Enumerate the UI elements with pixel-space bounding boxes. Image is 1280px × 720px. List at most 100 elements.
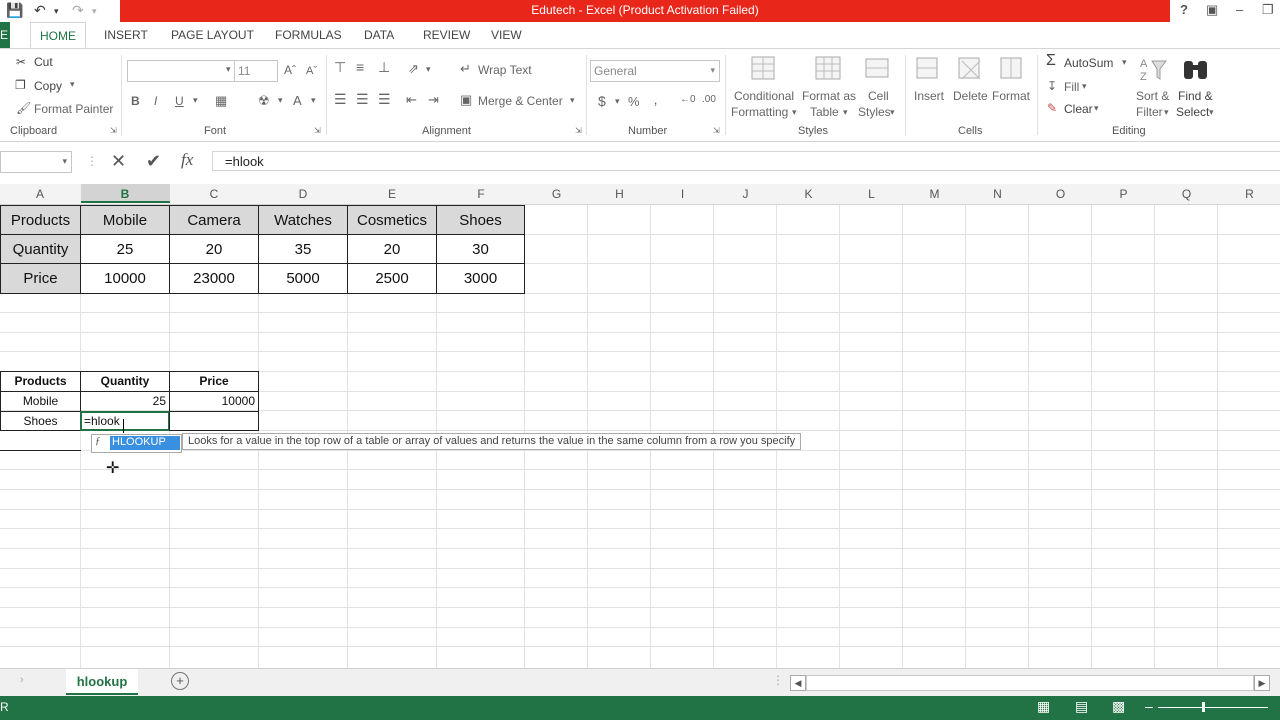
align-middle-icon[interactable]: ≡ xyxy=(356,59,364,75)
copy-button[interactable]: Copy xyxy=(34,79,62,93)
format-as-table-icon[interactable] xyxy=(814,55,844,83)
table1-cell[interactable]: Price xyxy=(0,263,81,294)
col-header-h[interactable]: H xyxy=(588,187,651,201)
fill-button[interactable]: Fill xyxy=(1064,80,1079,94)
cell-styles-icon[interactable] xyxy=(864,55,894,83)
table1-cell[interactable]: Camera xyxy=(169,205,259,235)
tab-home[interactable]: HOME xyxy=(30,22,86,48)
delete-button[interactable]: Delete xyxy=(953,89,988,103)
font-color-icon[interactable]: A xyxy=(293,93,302,108)
bold-button[interactable]: B xyxy=(131,94,140,108)
fill-color-dropdown-icon[interactable]: ▾ xyxy=(278,95,283,106)
table2-cell[interactable]: Mobile xyxy=(0,391,81,412)
col-header-e[interactable]: E xyxy=(348,187,436,201)
autocomplete-item-hlookup[interactable]: HLOOKUP xyxy=(110,436,180,450)
increase-decimal-icon[interactable]: ←0 xyxy=(680,94,696,105)
table1-cell[interactable]: Quantity xyxy=(0,234,81,264)
tab-review[interactable]: REVIEW xyxy=(423,28,470,42)
underline-button[interactable]: U xyxy=(175,94,184,108)
decrease-font-icon[interactable]: Aˇ xyxy=(306,65,317,77)
currency-button[interactable]: $ xyxy=(598,93,606,109)
scroll-left-icon[interactable]: ◀ xyxy=(790,675,806,691)
table1-cell[interactable]: 2500 xyxy=(347,263,437,294)
insert-cells-icon[interactable] xyxy=(914,55,944,83)
col-header-o[interactable]: O xyxy=(1029,187,1092,201)
ribbon-display-icon[interactable]: ▣ xyxy=(1206,2,1218,18)
restore-icon[interactable]: ❐ xyxy=(1262,2,1274,18)
conditional-formatting-icon[interactable] xyxy=(750,55,780,83)
scroll-right-icon[interactable]: ▶ xyxy=(1254,675,1270,691)
autosum-icon[interactable]: Σ xyxy=(1046,52,1056,70)
name-box-dropdown-icon[interactable]: ▾ xyxy=(62,156,67,167)
filter-label[interactable]: Filter xyxy=(1136,105,1163,119)
align-center-icon[interactable]: ☰ xyxy=(356,91,369,108)
italic-button[interactable]: I xyxy=(154,94,157,108)
align-left-icon[interactable]: ☰ xyxy=(334,91,347,108)
scroll-sheets-icon[interactable]: › xyxy=(20,674,24,686)
underline-dropdown-icon[interactable]: ▾ xyxy=(193,95,198,106)
col-header-g[interactable]: G xyxy=(525,187,588,201)
horizontal-scrollbar[interactable] xyxy=(806,675,1254,691)
table1-cell[interactable]: Shoes xyxy=(436,205,525,235)
number-launcher-icon[interactable]: ⇲ xyxy=(713,126,720,135)
format-button[interactable]: Format xyxy=(992,89,1030,103)
cancel-icon[interactable]: ✕ xyxy=(111,151,126,172)
font-name-dropdown-icon[interactable]: ▾ xyxy=(226,64,231,75)
format-painter-icon[interactable]: 🖌 xyxy=(16,101,31,115)
tab-split-grip-icon[interactable]: ⋮ xyxy=(772,673,784,687)
find-select-dropdown-icon[interactable]: ▾ xyxy=(1209,107,1214,118)
table1-cell[interactable]: 25 xyxy=(80,234,170,264)
col-header-j[interactable]: J xyxy=(714,187,777,201)
insert-button[interactable]: Insert xyxy=(914,89,944,103)
zoom-slider[interactable] xyxy=(1158,707,1268,708)
format-as-label[interactable]: Format as xyxy=(802,89,856,103)
font-name-box[interactable] xyxy=(127,60,235,82)
table1-cell[interactable]: Products xyxy=(0,205,81,235)
table1-cell[interactable]: 23000 xyxy=(169,263,259,294)
name-box[interactable]: ▾ xyxy=(0,151,72,173)
table1-cell[interactable]: Mobile xyxy=(80,205,170,235)
col-header-f[interactable]: F xyxy=(437,187,525,201)
normal-view-icon[interactable]: ▦ xyxy=(1037,698,1050,715)
sort-label[interactable]: Sort & xyxy=(1136,89,1169,103)
increase-font-icon[interactable]: Aˆ xyxy=(284,63,296,77)
orientation-icon[interactable]: ⇗ xyxy=(408,61,419,77)
cell-styles-dropdown-icon[interactable]: ▾ xyxy=(890,107,895,118)
table2-cell[interactable]: Shoes xyxy=(0,411,81,431)
conditional-formatting-label[interactable]: Conditional xyxy=(734,89,794,103)
format-as-table-dropdown-icon[interactable]: ▾ xyxy=(843,107,848,118)
redo-dropdown-icon[interactable]: ▾ xyxy=(92,6,97,17)
col-header-m[interactable]: M xyxy=(903,187,966,201)
binoculars-icon[interactable] xyxy=(1181,55,1211,83)
insert-function-icon[interactable]: fx xyxy=(181,150,193,170)
col-header-k[interactable]: K xyxy=(777,187,840,201)
clear-dropdown-icon[interactable]: ▾ xyxy=(1094,103,1099,114)
tab-file[interactable]: E xyxy=(0,22,10,48)
find-label[interactable]: Find & xyxy=(1178,89,1213,103)
align-bottom-icon[interactable]: ⊥ xyxy=(378,59,390,76)
tab-formulas[interactable]: FORMULAS xyxy=(275,28,342,42)
fill-icon[interactable]: ↧ xyxy=(1047,79,1057,93)
wrap-text-button[interactable]: Wrap Text xyxy=(478,63,532,77)
zoom-out-icon[interactable]: – xyxy=(1145,698,1153,714)
formula-input[interactable]: =hlook xyxy=(212,151,1280,171)
enter-icon[interactable]: ✔ xyxy=(146,151,161,172)
decrease-decimal-icon[interactable]: .00 xyxy=(702,94,716,105)
undo-dropdown-icon[interactable]: ▾ xyxy=(54,6,59,17)
comma-button[interactable]: ‚ xyxy=(654,91,657,107)
tab-view[interactable]: VIEW xyxy=(491,28,522,42)
table1-cell[interactable]: 3000 xyxy=(436,263,525,294)
format-cells-icon[interactable] xyxy=(998,55,1028,83)
tab-page-layout[interactable]: PAGE LAYOUT xyxy=(171,28,254,42)
font-launcher-icon[interactable]: ⇲ xyxy=(314,126,321,135)
col-header-b[interactable]: B xyxy=(81,187,169,201)
function-autocomplete[interactable]: ƒ HLOOKUP xyxy=(91,434,182,453)
col-header-d[interactable]: D xyxy=(259,187,347,201)
new-sheet-button[interactable]: + xyxy=(171,672,189,690)
tab-data[interactable]: DATA xyxy=(364,28,394,42)
sheet-tab-hlookup[interactable]: hlookup xyxy=(66,669,138,695)
table1-cell[interactable]: 10000 xyxy=(80,263,170,294)
table1-cell[interactable]: 5000 xyxy=(258,263,348,294)
autosum-button[interactable]: AutoSum xyxy=(1064,56,1113,70)
table1-cell[interactable]: 20 xyxy=(347,234,437,264)
